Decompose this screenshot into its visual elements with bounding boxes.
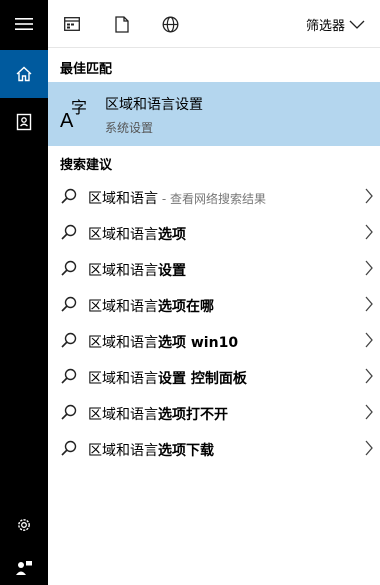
suggestion-completion: 选项在哪	[158, 299, 214, 315]
search-icon	[61, 332, 77, 348]
suggestion-completion: 选项打不开	[158, 407, 228, 423]
best-match-subtitle: 系统设置	[105, 121, 154, 135]
suggestion-completion: 选项 win10	[158, 335, 239, 351]
suggestion-query: 区域和语言	[88, 191, 158, 207]
chevron-right-icon[interactable]	[364, 224, 374, 240]
search-icon	[61, 224, 77, 240]
suggestion-completion: 设置	[158, 263, 186, 279]
search-icon	[61, 440, 77, 456]
search-icon	[61, 404, 77, 420]
suggestion-completion: 选项	[158, 227, 186, 243]
settings-button[interactable]	[0, 503, 48, 547]
chevron-right-icon[interactable]	[364, 296, 374, 312]
suggestion-query: 区域和语言	[88, 227, 158, 243]
svg-text:字: 字	[71, 98, 87, 117]
top-bar: 筛选器	[48, 0, 380, 48]
suggestion-text: 区域和语言选项打不开	[88, 404, 228, 424]
best-match-heading: 最佳匹配	[60, 62, 113, 77]
search-icon	[61, 260, 77, 276]
suggestions-heading: 搜索建议	[60, 158, 113, 173]
chevron-right-icon[interactable]	[364, 332, 374, 348]
suggestion-row[interactable]: 区域和语言选项	[48, 214, 380, 250]
suggestion-row[interactable]: 区域和语言选项 win10	[48, 322, 380, 358]
search-icon	[61, 296, 77, 312]
filter-dropdown[interactable]: 筛选器	[306, 10, 380, 38]
hamburger-menu-icon	[15, 18, 33, 30]
chevron-right-icon[interactable]	[364, 368, 374, 384]
notebook-button[interactable]	[0, 98, 48, 146]
chevron-right-icon[interactable]	[364, 188, 374, 204]
side-rail	[0, 0, 48, 585]
suggestion-text: 区域和语言 - 查看网络搜索结果	[88, 188, 266, 208]
suggestion-text: 区域和语言设置 控制面板	[88, 368, 247, 388]
suggestion-query: 区域和语言	[88, 263, 158, 279]
suggestion-row[interactable]: 区域和语言选项下载	[48, 430, 380, 466]
suggestion-text: 区域和语言选项下载	[88, 440, 214, 460]
documents-filter-button[interactable]	[108, 10, 136, 38]
feedback-button[interactable]	[0, 551, 48, 585]
suggestion-text: 区域和语言选项在哪	[88, 296, 214, 316]
home-icon	[16, 66, 32, 82]
search-icon	[61, 188, 77, 204]
filter-label: 筛选器	[306, 18, 346, 34]
suggestion-row[interactable]: 区域和语言选项打不开	[48, 394, 380, 430]
search-icon	[61, 368, 77, 384]
suggestion-query: 区域和语言	[88, 443, 158, 459]
suggestion-query: 区域和语言	[88, 335, 158, 351]
chevron-right-icon[interactable]	[364, 260, 374, 276]
web-filter-button[interactable]	[156, 10, 184, 38]
suggestion-hint: - 查看网络搜索结果	[158, 192, 266, 206]
region-language-icon: A 字	[60, 98, 87, 132]
apps-icon	[64, 17, 80, 31]
settings-gear-icon	[18, 519, 30, 531]
home-button[interactable]	[0, 50, 48, 98]
chevron-down-icon	[349, 20, 365, 29]
suggestion-query: 区域和语言	[88, 371, 158, 387]
suggestion-row[interactable]: 区域和语言设置 控制面板	[48, 358, 380, 394]
suggestion-text: 区域和语言选项	[88, 224, 186, 244]
web-globe-icon	[162, 16, 178, 32]
suggestion-row[interactable]: 区域和语言选项在哪	[48, 286, 380, 322]
chevron-right-icon[interactable]	[364, 440, 374, 456]
suggestion-completion: 选项下载	[158, 443, 214, 459]
suggestion-query: 区域和语言	[88, 407, 158, 423]
suggestion-completion: 设置 控制面板	[158, 371, 247, 387]
apps-filter-button[interactable]	[58, 10, 86, 38]
suggestion-text: 区域和语言设置	[88, 260, 186, 280]
chevron-right-icon[interactable]	[364, 404, 374, 420]
suggestion-row[interactable]: 区域和语言设置	[48, 250, 380, 286]
feedback-icon	[16, 561, 32, 575]
suggestion-query: 区域和语言	[88, 299, 158, 315]
menu-button[interactable]	[0, 0, 48, 48]
best-match-result[interactable]: A 字 区域和语言设置 系统设置	[48, 82, 380, 146]
notebook-icon	[16, 113, 32, 131]
suggestion-row[interactable]: 区域和语言 - 查看网络搜索结果	[48, 178, 380, 214]
best-match-title: 区域和语言设置	[105, 97, 203, 113]
suggestion-text: 区域和语言选项 win10	[88, 332, 238, 352]
documents-icon	[115, 15, 129, 33]
